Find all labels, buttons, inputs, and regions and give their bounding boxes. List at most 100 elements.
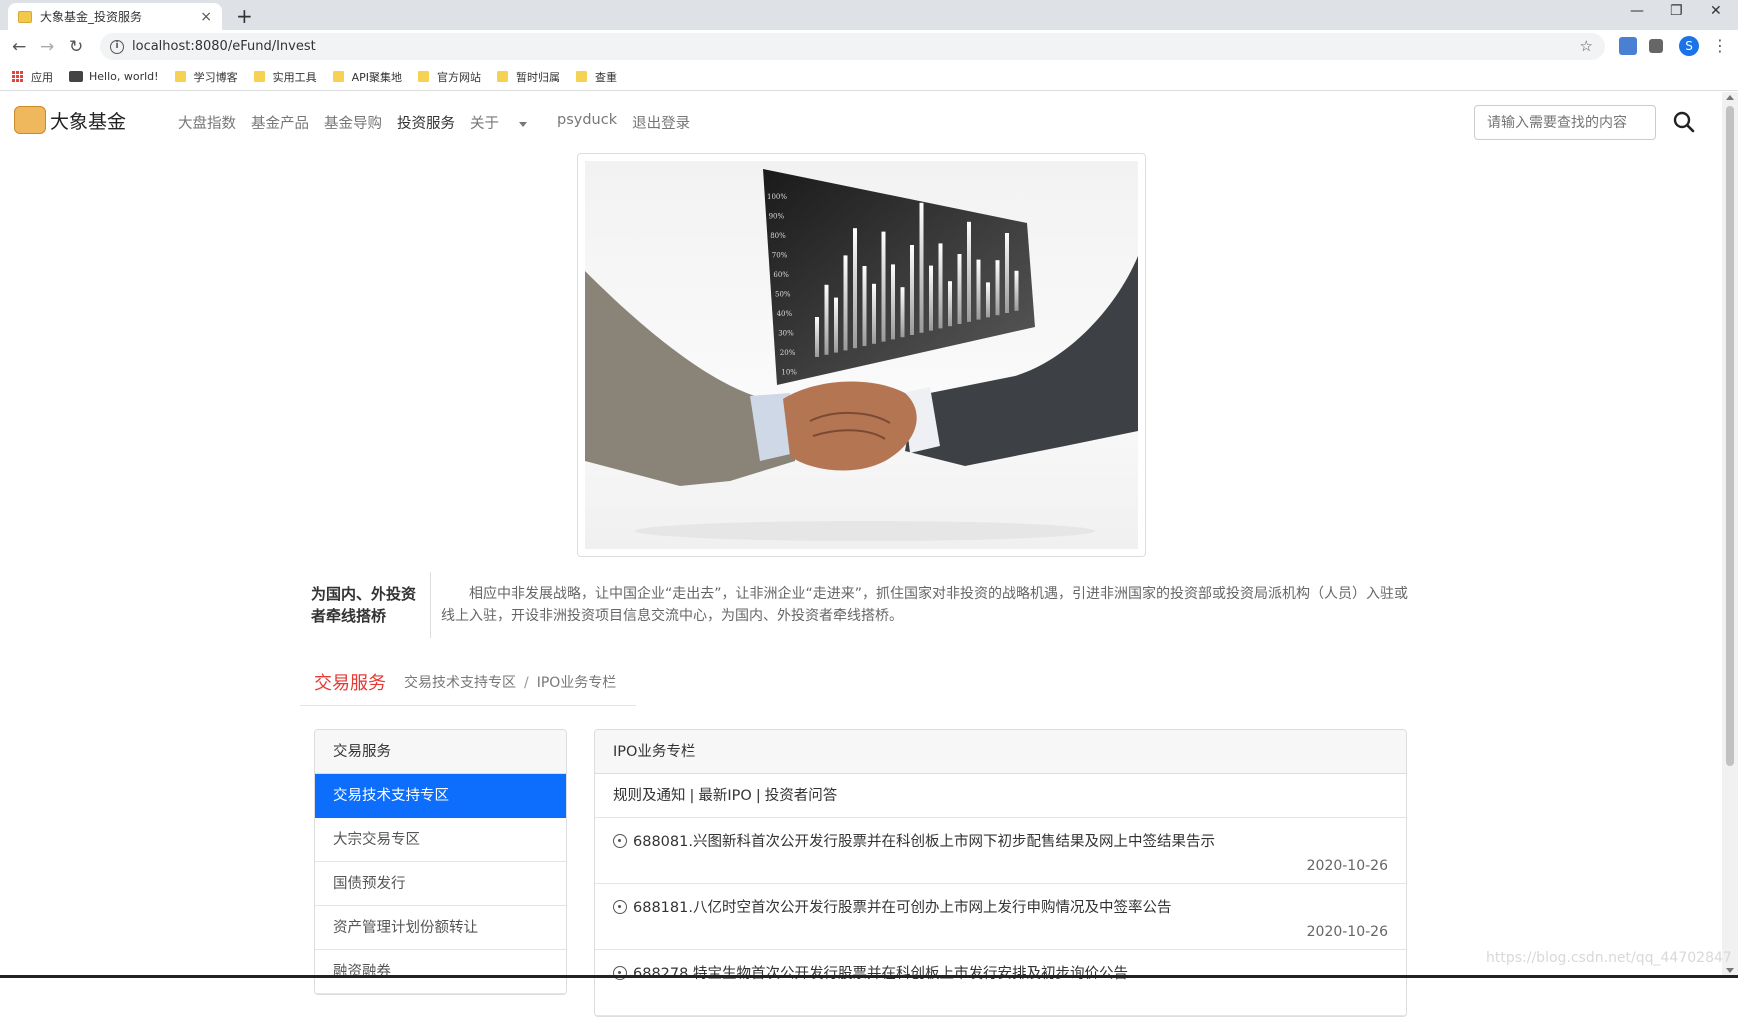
- reload-icon[interactable]: ↻: [69, 37, 83, 57]
- watermark-text: https://blog.csdn.net/qq_44702847: [1486, 950, 1732, 966]
- chart-tick-label: 70%: [772, 252, 788, 260]
- site-info-icon[interactable]: i: [110, 39, 124, 54]
- bookmark-label: 暂时归属: [515, 70, 560, 84]
- tab-title: 大象基金_投资服务: [40, 10, 143, 24]
- chart-tick-label: 60%: [773, 271, 789, 279]
- floor-shadow: [635, 521, 1095, 541]
- new-tab-button[interactable]: +: [236, 4, 253, 28]
- search-icon[interactable]: [1672, 110, 1696, 134]
- back-arrow-icon[interactable]: ←: [12, 37, 26, 57]
- nav-about-dropdown[interactable]: 关于: [470, 112, 542, 133]
- handshake-chart-image: 100% 90% 80% 70% 60% 50% 40% 30% 20% 10%: [585, 161, 1138, 549]
- intro-title: 为国内、外投资者牵线搭桥: [311, 585, 417, 625]
- chart-bar: [976, 259, 981, 320]
- tab-investor-qa[interactable]: 投资者问答: [765, 788, 838, 804]
- news-item[interactable]: 688181.八亿时空首次公开发行股票并在可创办上市网上发行申购情况及中签率公告…: [595, 884, 1406, 950]
- extensions-puzzle-icon[interactable]: [1649, 39, 1663, 53]
- chart-bar: [872, 283, 876, 344]
- bookmark-label: 查重: [594, 70, 617, 84]
- breadcrumb-item[interactable]: 交易技术支持专区: [404, 675, 516, 691]
- bookmark-folder[interactable]: 学习博客: [174, 69, 238, 85]
- chart-bar: [891, 264, 895, 340]
- chart-tick-label: 20%: [780, 349, 796, 357]
- bookmark-folder[interactable]: 查重: [575, 69, 617, 85]
- tab-rules-notices[interactable]: 规则及通知: [613, 788, 686, 804]
- nav-fund-guide[interactable]: 基金导购: [324, 112, 382, 133]
- chart-bar: [967, 221, 971, 322]
- page-scrollbar[interactable]: [1722, 92, 1738, 978]
- bookmark-folder[interactable]: 实用工具: [253, 69, 317, 85]
- url-bar[interactable]: i localhost:8080/eFund/Invest ☆: [100, 33, 1605, 60]
- bookmark-folder[interactable]: 暂时归属: [496, 69, 560, 85]
- news-item[interactable]: 688278.特宝生物首次公开发行股票并在科创板上市发行安排及初步询价公告: [595, 950, 1406, 1016]
- url-text[interactable]: localhost:8080/eFund/Invest: [132, 39, 316, 54]
- bookmark-hello-world[interactable]: Hello, world!: [69, 70, 159, 83]
- nav-username[interactable]: psyduck: [557, 112, 617, 133]
- side-menu-item-asset-transfer[interactable]: 资产管理计划份额转让: [315, 906, 566, 950]
- window-close-icon[interactable]: ✕: [1710, 3, 1722, 19]
- folder-icon: [417, 71, 429, 82]
- folder-icon: [253, 71, 265, 82]
- folder-icon: [496, 71, 508, 82]
- chart-bar: [881, 231, 886, 342]
- news-date: 2020-10-26: [1306, 858, 1388, 874]
- chart-bar: [1014, 270, 1019, 311]
- forward-arrow-icon[interactable]: →: [40, 37, 54, 57]
- tab-separator: |: [755, 788, 761, 804]
- site-logo[interactable]: 大象基金: [14, 106, 126, 134]
- intro-block: 为国内、外投资者牵线搭桥 相应中非发展战略，让中国企业“走出去”，让非洲企业“走…: [300, 572, 1410, 638]
- bookmark-apps[interactable]: 应用: [12, 69, 53, 85]
- bookmark-label: 实用工具: [272, 70, 317, 84]
- nav-about-label: 关于: [470, 116, 499, 132]
- side-menu-item-margin-trading[interactable]: 融资融券: [315, 950, 566, 994]
- side-menu-header: 交易服务: [315, 730, 566, 774]
- bookmark-folder[interactable]: 官方网站: [417, 69, 481, 85]
- chart-bar: [938, 243, 943, 329]
- tab-close-icon[interactable]: ×: [200, 9, 212, 25]
- news-date: 2020-10-26: [1306, 924, 1388, 940]
- minimize-icon[interactable]: —: [1630, 3, 1644, 19]
- news-title[interactable]: 688181.八亿时空首次公开发行股票并在可创办上市网上发行申购情况及中签率公告: [633, 896, 1171, 917]
- tab-separator: |: [689, 788, 695, 804]
- profile-avatar[interactable]: S: [1679, 36, 1699, 56]
- nav-invest-service[interactable]: 投资服务: [397, 112, 455, 133]
- translate-extension-icon[interactable]: [1619, 37, 1637, 55]
- brand-name: 大象基金: [50, 110, 127, 133]
- chart-bar: [919, 202, 924, 333]
- chart-bar: [824, 284, 829, 355]
- chart-bar: [834, 297, 838, 353]
- nav-fund-products[interactable]: 基金产品: [251, 112, 309, 133]
- side-menu-item-tech-support[interactable]: 交易技术支持专区: [315, 774, 566, 818]
- bookmark-favicon-icon: [69, 71, 83, 82]
- restore-icon[interactable]: ❐: [1670, 3, 1683, 19]
- nav-logout[interactable]: 退出登录: [632, 112, 690, 133]
- site-navbar: 大象基金 大盘指数 基金产品 基金导购 投资服务 关于 psyduck 退出登录: [0, 92, 1722, 152]
- chart-tick-label: 80%: [770, 232, 786, 240]
- address-bar-row: ← → ↻ i localhost:8080/eFund/Invest ☆: [0, 30, 1738, 63]
- bookmark-label: 官方网站: [436, 70, 481, 84]
- news-title[interactable]: 688278.特宝生物首次公开发行股票并在科创板上市发行安排及初步询价公告: [633, 962, 1128, 983]
- chart-bar: [862, 266, 867, 346]
- search-input[interactable]: [1474, 105, 1656, 140]
- main-nav: 大盘指数 基金产品 基金导购 投资服务 关于 psyduck 退出登录: [178, 112, 705, 133]
- side-menu-item-block-trade[interactable]: 大宗交易专区: [315, 818, 566, 862]
- hero-image-frame: 100% 90% 80% 70% 60% 50% 40% 30% 20% 10%: [577, 153, 1146, 557]
- browser-menu-icon[interactable]: ⋮: [1712, 36, 1728, 55]
- bookmark-folder[interactable]: API聚集地: [332, 69, 402, 85]
- chart-bar: [1005, 233, 1009, 313]
- intro-text: 相应中非发展战略，让中国企业“走出去”，让非洲企业“走进来”，抓住国家对非投资的…: [441, 586, 1409, 624]
- side-menu-item-treasury-prerelease[interactable]: 国债预发行: [315, 862, 566, 906]
- scroll-up-arrow-icon[interactable]: [1726, 95, 1734, 100]
- nav-market-index[interactable]: 大盘指数: [178, 112, 236, 133]
- scroll-down-arrow-icon[interactable]: [1726, 968, 1734, 973]
- tab-latest-ipo[interactable]: 最新IPO: [698, 788, 751, 804]
- browser-tab[interactable]: 大象基金_投资服务 ×: [8, 3, 222, 30]
- news-title[interactable]: 688081.兴图新科首次公开发行股票并在科创板上市网下初步配售结果及网上中签结…: [633, 830, 1215, 851]
- news-item[interactable]: 688081.兴图新科首次公开发行股票并在科创板上市网下初步配售结果及网上中签结…: [595, 818, 1406, 884]
- bookmark-label: API聚集地: [351, 70, 402, 84]
- scrollbar-thumb[interactable]: [1726, 106, 1734, 766]
- ipo-panel-header: IPO业务专栏: [595, 730, 1406, 774]
- ipo-panel: IPO业务专栏 规则及通知 | 最新IPO | 投资者问答 688081.兴图新科首次公…: [594, 729, 1407, 1017]
- elephant-logo-icon: [14, 106, 46, 134]
- bookmark-star-icon[interactable]: ☆: [1580, 37, 1593, 55]
